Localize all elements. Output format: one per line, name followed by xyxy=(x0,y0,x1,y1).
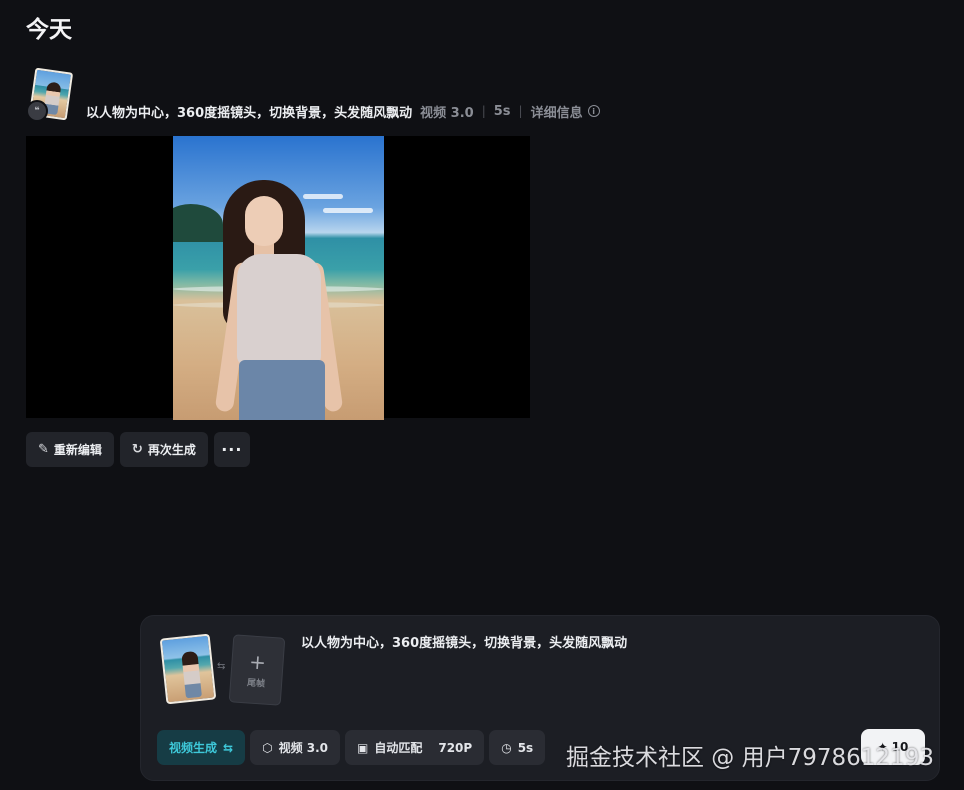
composer-options: 视频生成 ⇆ ⬡ 视频 3.0 ▣ 自动匹配 720P ◷ 5s xyxy=(157,730,546,765)
details-link[interactable]: 详细信息 xyxy=(531,102,583,121)
swap-icon: ⇆ xyxy=(223,740,234,755)
end-frame-upload[interactable]: + 尾帧 xyxy=(228,634,286,706)
info-icon[interactable]: i xyxy=(587,105,600,117)
jeans xyxy=(239,360,325,420)
mode-selector[interactable]: 视频生成 ⇆ xyxy=(157,730,246,765)
more-button[interactable]: ··· xyxy=(213,432,250,467)
quote-icon: ❝ xyxy=(26,100,48,122)
watermark: 掘金技术社区 @ 用户7978612193 xyxy=(566,745,934,771)
record-actions: ✎ 重新编辑 ↻ 再次生成 ··· xyxy=(26,432,250,467)
cube-icon: ⬡ xyxy=(262,740,273,755)
video-frame-image xyxy=(173,136,384,420)
aspect-ratio-icon: ▣ xyxy=(357,740,369,755)
meta-divider: | xyxy=(481,104,486,118)
reedit-label: 重新编辑 xyxy=(53,443,102,457)
model-selector[interactable]: ⬡ 视频 3.0 xyxy=(250,730,340,765)
mode-label: 视频生成 xyxy=(169,741,218,755)
edit-icon: ✎ xyxy=(38,442,49,457)
cloud xyxy=(323,208,373,213)
video-preview[interactable] xyxy=(26,136,530,420)
cloud xyxy=(303,194,343,199)
regenerate-label: 再次生成 xyxy=(147,443,196,457)
refresh-icon: ↻ xyxy=(131,442,143,457)
swap-icon[interactable]: ⇆ xyxy=(217,661,225,672)
thumbnail-figure xyxy=(181,650,202,699)
prompt-input[interactable]: 以人物为中心，360度摇镜头，切换背景，头发随风飘动 xyxy=(301,632,627,651)
clock-icon: ◷ xyxy=(501,740,512,755)
regenerate-button[interactable]: ↻ 再次生成 xyxy=(119,432,208,467)
tank-top xyxy=(237,254,321,366)
page: 今天 ❝ 以人物为中心，360度摇镜头，切换背景，头发随风飘动 视频 3.0 |… xyxy=(0,0,964,790)
face xyxy=(245,196,283,246)
record-model: 视频 3.0 xyxy=(420,105,474,121)
meta-divider: | xyxy=(518,104,523,118)
record-duration: 5s xyxy=(493,103,511,119)
reedit-button[interactable]: ✎ 重新编辑 xyxy=(26,432,114,467)
aspect-selector[interactable]: ▣ 自动匹配 720P xyxy=(345,730,485,765)
aspect-label: 自动匹配 xyxy=(374,741,423,755)
record-prompt-row: 以人物为中心，360度摇镜头，切换背景，头发随风飘动 视频 3.0 | 5s |… xyxy=(86,102,600,121)
duration-label: 5s xyxy=(517,740,534,755)
duration-selector[interactable]: ◷ 5s xyxy=(489,730,546,765)
end-frame-label: 尾帧 xyxy=(246,677,266,690)
mountain xyxy=(173,204,223,242)
resolution-label: 720P xyxy=(438,740,473,755)
model-label: 视频 3.0 xyxy=(278,741,328,755)
section-title: 今天 xyxy=(26,17,72,43)
plus-icon: + xyxy=(248,648,267,675)
first-frame-thumbnail[interactable] xyxy=(159,633,217,705)
more-icon: ··· xyxy=(221,440,243,459)
reference-thumbnail[interactable]: ❝ xyxy=(26,67,78,124)
record-prompt: 以人物为中心，360度摇镜头，切换背景，头发随风飘动 xyxy=(86,105,413,121)
